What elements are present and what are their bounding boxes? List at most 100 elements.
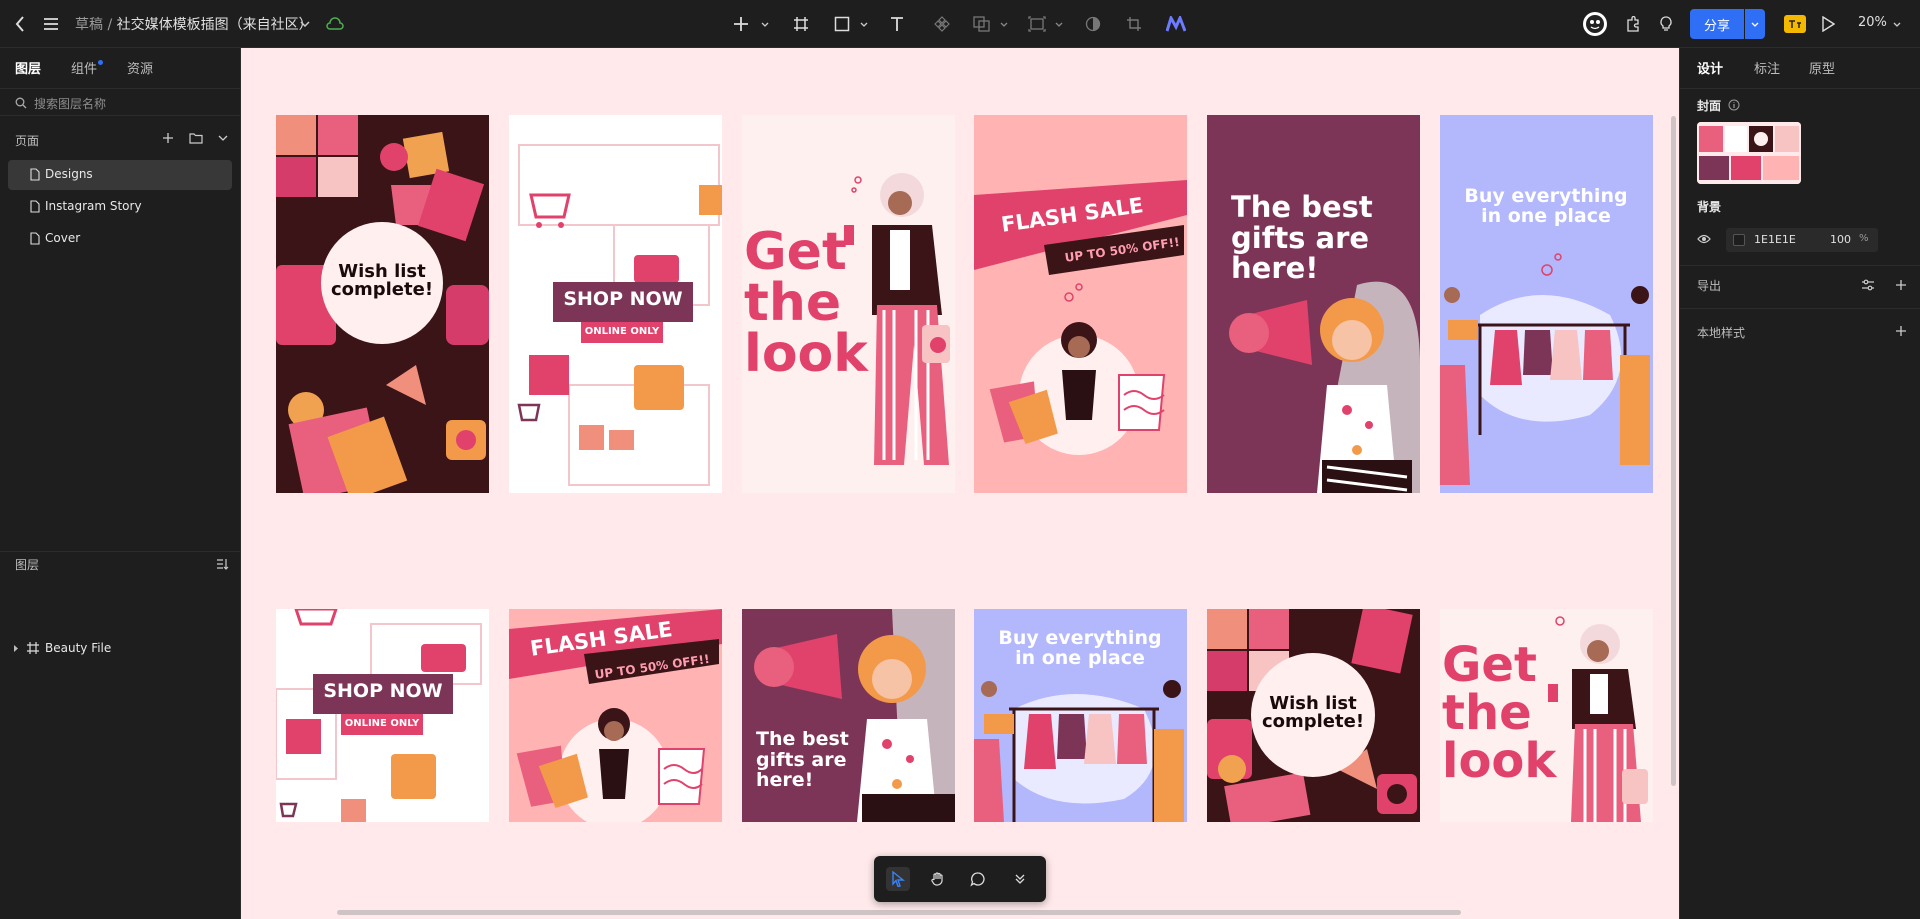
add-page-icon[interactable] bbox=[162, 132, 174, 144]
frame-best-gifts-square[interactable]: The best gifts are here! bbox=[742, 609, 955, 822]
cover-title: 封面 bbox=[1697, 99, 1722, 113]
add-style-icon[interactable] bbox=[1895, 325, 1907, 337]
frame-best-gifts[interactable]: The best gifts are here! bbox=[1207, 115, 1420, 493]
frame-icon bbox=[27, 642, 39, 654]
plugin-icon[interactable] bbox=[1623, 14, 1643, 34]
page-item-instagram-story[interactable]: Instagram Story bbox=[8, 192, 232, 222]
frame-wish-list-square[interactable]: Wish list complete! bbox=[1207, 609, 1420, 822]
zoom-level[interactable]: 20% bbox=[1858, 15, 1887, 30]
layer-search[interactable]: 搜索图层名称 bbox=[0, 88, 241, 116]
horizontal-scrollbar[interactable] bbox=[337, 910, 1461, 915]
translate-icon[interactable] bbox=[1784, 15, 1806, 33]
background-color-field[interactable]: 1E1E1E 100 % bbox=[1726, 228, 1878, 252]
frame-get-the-look[interactable]: Get the look bbox=[742, 115, 955, 493]
frame-buy-everything[interactable]: Buy everything in one place bbox=[1440, 115, 1653, 493]
frame-wish-list[interactable]: Wish list complete! bbox=[276, 115, 489, 493]
background-title: 背景 bbox=[1697, 200, 1722, 214]
tab-design[interactable]: 设计 bbox=[1697, 58, 1723, 77]
chevron-down-icon[interactable] bbox=[218, 135, 228, 141]
layer-item-beauty-file[interactable]: Beauty File bbox=[0, 635, 241, 663]
comment-icon[interactable] bbox=[966, 867, 990, 891]
tab-layers[interactable]: 图层 bbox=[15, 58, 41, 77]
page-label: Designs bbox=[45, 167, 93, 181]
background-opacity[interactable]: 100 bbox=[1830, 233, 1851, 246]
page-item-cover[interactable]: Cover bbox=[8, 224, 232, 254]
frame-buy-everything-square[interactable]: Buy everything in one place bbox=[974, 609, 1187, 822]
folder-icon[interactable] bbox=[189, 132, 203, 144]
top-toolbar: 草稿 / 社交媒体模板插图（来自社区） 分享 20% bbox=[0, 0, 1920, 48]
local-styles-title: 本地样式 bbox=[1697, 326, 1746, 340]
color-swatch[interactable] bbox=[1733, 234, 1745, 246]
tab-prototype[interactable]: 原型 bbox=[1809, 58, 1835, 77]
add-export-icon[interactable] bbox=[1895, 279, 1907, 291]
eye-icon[interactable] bbox=[1697, 234, 1711, 244]
mask-icon[interactable] bbox=[1027, 14, 1047, 34]
play-icon[interactable] bbox=[1818, 14, 1838, 34]
tab-components[interactable]: 组件 bbox=[71, 58, 97, 77]
divider bbox=[0, 551, 241, 552]
settings-sliders-icon[interactable] bbox=[1861, 279, 1875, 291]
frame-shop-now-square[interactable]: SHOP NOW ONLINE ONLY bbox=[276, 609, 489, 822]
lightbulb-icon[interactable] bbox=[1656, 14, 1676, 34]
breadcrumb: 草稿 / 社交媒体模板插图（来自社区） bbox=[75, 17, 313, 33]
avatar[interactable] bbox=[1583, 12, 1607, 36]
info-icon[interactable] bbox=[1728, 99, 1740, 111]
add-icon[interactable] bbox=[731, 14, 751, 34]
frame-get-the-look-square[interactable]: Get the look bbox=[1440, 609, 1653, 822]
page-label: Instagram Story bbox=[45, 199, 142, 213]
frame-shop-now[interactable]: SHOP NOW ONLINE ONLY bbox=[509, 115, 722, 493]
file-title[interactable]: 社交媒体模板插图（来自社区） bbox=[117, 17, 313, 33]
crop-icon[interactable] bbox=[1124, 14, 1144, 34]
hand-tool-icon[interactable] bbox=[926, 867, 950, 891]
chevron-down-icon[interactable] bbox=[755, 14, 775, 34]
card-headline: Get the look bbox=[744, 222, 868, 384]
chevron-down-icon[interactable] bbox=[854, 14, 874, 34]
frame-flash-sale-square[interactable]: FLASH SALE UP TO 50% OFF!! bbox=[509, 609, 722, 822]
notification-dot bbox=[98, 60, 103, 65]
boolean-icon[interactable] bbox=[972, 14, 992, 34]
share-dropdown[interactable] bbox=[1745, 9, 1765, 39]
chevron-down-icon[interactable] bbox=[994, 14, 1014, 34]
chevron-down-icon[interactable] bbox=[1887, 14, 1907, 34]
card-headline: The best gifts are here! bbox=[756, 728, 849, 792]
chevron-down-icon[interactable] bbox=[295, 14, 315, 34]
tab-annotate[interactable]: 标注 bbox=[1754, 58, 1780, 77]
chevron-double-down-icon[interactable] bbox=[1008, 867, 1032, 891]
vertical-scrollbar[interactable] bbox=[1671, 116, 1676, 786]
export-title: 导出 bbox=[1697, 279, 1722, 293]
back-icon[interactable] bbox=[10, 14, 30, 34]
divider bbox=[1680, 308, 1920, 309]
rectangle-icon[interactable] bbox=[832, 14, 852, 34]
layer-sort-icon[interactable] bbox=[216, 558, 230, 570]
cover-thumbnail[interactable] bbox=[1697, 122, 1801, 184]
shop-now-label: SHOP NOW bbox=[563, 288, 683, 310]
chevron-down-icon[interactable] bbox=[1049, 14, 1069, 34]
page-item-designs[interactable]: Designs bbox=[8, 160, 232, 190]
page-icon bbox=[30, 168, 40, 181]
megaphone-woman-illustration bbox=[1229, 281, 1420, 493]
tab-assets[interactable]: 资源 bbox=[127, 58, 153, 77]
ai-plugin-icon[interactable] bbox=[1166, 14, 1186, 34]
share-button[interactable]: 分享 bbox=[1690, 9, 1744, 39]
frame-flash-sale[interactable]: FLASH SALE UP TO 50% OFF!! bbox=[974, 115, 1187, 493]
cloud-sync-icon bbox=[325, 14, 345, 34]
breadcrumb-root[interactable]: 草稿 bbox=[75, 17, 103, 33]
chevron-right-icon[interactable] bbox=[13, 644, 19, 653]
menu-icon[interactable] bbox=[41, 14, 61, 34]
search-placeholder: 搜索图层名称 bbox=[34, 97, 107, 111]
card-headline: Wish list complete! bbox=[330, 261, 434, 301]
layers-title: 图层 bbox=[15, 558, 40, 572]
left-panel: 图层 组件 资源 搜索图层名称 页面 Designs Instagram Sto… bbox=[0, 48, 241, 919]
opacity-unit: % bbox=[1859, 233, 1869, 244]
frame-icon[interactable] bbox=[791, 14, 811, 34]
background-hex[interactable]: 1E1E1E bbox=[1754, 233, 1796, 246]
component-icon[interactable] bbox=[932, 14, 952, 34]
layer-label: Beauty File bbox=[45, 641, 112, 655]
search-icon bbox=[15, 97, 27, 109]
contrast-icon[interactable] bbox=[1083, 14, 1103, 34]
text-tool-icon[interactable] bbox=[887, 14, 907, 34]
online-only-label: ONLINE ONLY bbox=[584, 326, 660, 337]
move-tool-icon[interactable] bbox=[886, 867, 910, 891]
pages-title: 页面 bbox=[15, 134, 40, 148]
design-canvas[interactable]: Wish list complete! SHOP NOW ONLINE ONLY bbox=[241, 48, 1679, 919]
